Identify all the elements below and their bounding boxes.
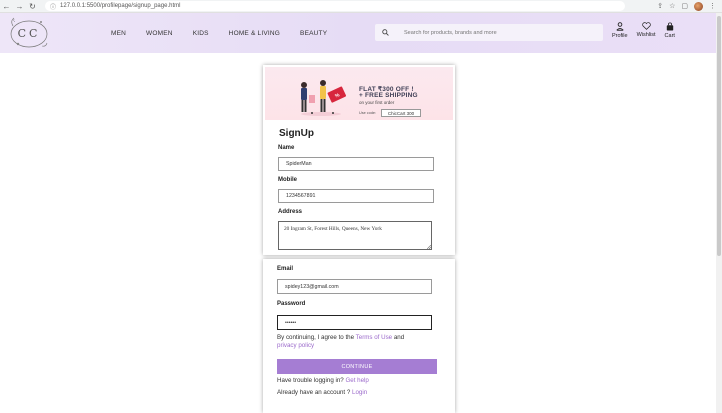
menu-dots-icon[interactable]: ⋮ [709, 0, 716, 13]
address-label: Address [278, 209, 303, 215]
nav-men[interactable]: MEN [111, 30, 126, 37]
share-icon[interactable]: ⇪ [657, 0, 663, 13]
reload-icon[interactable]: ↻ [26, 0, 39, 13]
cart-label: Cart [664, 33, 675, 39]
continue-button[interactable]: CONTINUE [277, 359, 437, 374]
bookmark-star-icon[interactable]: ☆ [669, 0, 675, 13]
account-text: Already have an account ? [277, 389, 352, 396]
nav-women[interactable]: WOMEN [146, 30, 173, 37]
profile-icon [616, 22, 624, 31]
wishlist-label: Wishlist [636, 32, 656, 38]
login-link[interactable]: Login [352, 389, 367, 396]
signup-title: SignUp [279, 128, 314, 139]
name-field[interactable] [278, 157, 434, 171]
promo-code: ChicCart 300 [381, 109, 421, 117]
forward-icon[interactable]: → [13, 0, 26, 13]
site-logo[interactable]: CC [8, 16, 50, 50]
get-help-link[interactable]: Get help [345, 377, 368, 384]
email-label: Email [277, 266, 294, 272]
privacy-link[interactable]: privacy policy [277, 342, 314, 349]
site-info-icon[interactable]: ⓘ [50, 2, 56, 11]
address-field[interactable]: 20 Ingram St, Forest Hills, Queens, New … [278, 221, 432, 250]
search-input[interactable] [404, 29, 584, 36]
nav-kids[interactable]: KIDS [193, 30, 209, 37]
promo-note: on your first order [359, 100, 395, 105]
profile-label: Profile [612, 33, 628, 39]
promo-code-label: Use code: [359, 111, 377, 115]
trouble-text: Have trouble logging in? [277, 377, 346, 384]
cart-bag-icon [666, 22, 673, 31]
nav-home-living[interactable]: HOME & LIVING [229, 30, 280, 37]
main-nav: MEN WOMEN KIDS HOME & LIVING BEAUTY [111, 13, 347, 53]
cart-button[interactable]: Cart [665, 22, 675, 39]
promo-banner: % FLAT ₹300 OFF ! + FREE SHIPPING on you… [265, 67, 453, 120]
name-label: Name [278, 145, 295, 151]
address-bar[interactable]: ⓘ 127.0.0.1:5500/profilepage/signup_page… [45, 1, 625, 11]
mobile-field[interactable] [278, 189, 434, 203]
profile-avatar[interactable] [694, 1, 703, 11]
url-text: 127.0.0.1:5500/profilepage/signup_page.h… [60, 3, 181, 9]
page-scrollbar-thumb[interactable] [717, 16, 721, 256]
nav-beauty[interactable]: BEAUTY [300, 30, 327, 37]
password-label: Password [277, 301, 306, 307]
logo-text: CC [17, 26, 41, 40]
login-line: Already have an account ? Login [277, 389, 367, 396]
profile-button[interactable]: Profile [612, 22, 628, 39]
header-actions: Profile Wishlist Cart [612, 22, 684, 39]
resize-grip-icon[interactable] [427, 245, 431, 249]
trouble-line: Have trouble logging in? Get help [277, 377, 369, 384]
sidepanel-icon[interactable]: ▢ [681, 0, 688, 13]
wishlist-button[interactable]: Wishlist [637, 22, 656, 39]
terms-link[interactable]: Terms of Use [356, 334, 392, 341]
mobile-label: Mobile [278, 177, 297, 183]
search-icon [382, 29, 396, 36]
consent-prefix: By continuing, I agree to the [277, 334, 356, 341]
site-header: CC MEN WOMEN KIDS HOME & LIVING BEAUTY P… [0, 13, 716, 53]
back-icon[interactable]: ← [0, 0, 13, 13]
promo-subtitle: + FREE SHIPPING [359, 92, 418, 99]
email-field[interactable] [277, 279, 432, 294]
consent-and: and [392, 334, 405, 341]
heart-icon [641, 22, 651, 30]
shopping-people-illustration: % [301, 80, 347, 116]
password-field[interactable] [277, 315, 432, 330]
consent-text: By continuing, I agree to the Terms of U… [277, 334, 437, 350]
browser-toolbar: ← → ↻ ⓘ 127.0.0.1:5500/profilepage/signu… [0, 0, 722, 13]
search-bar[interactable] [375, 24, 603, 41]
